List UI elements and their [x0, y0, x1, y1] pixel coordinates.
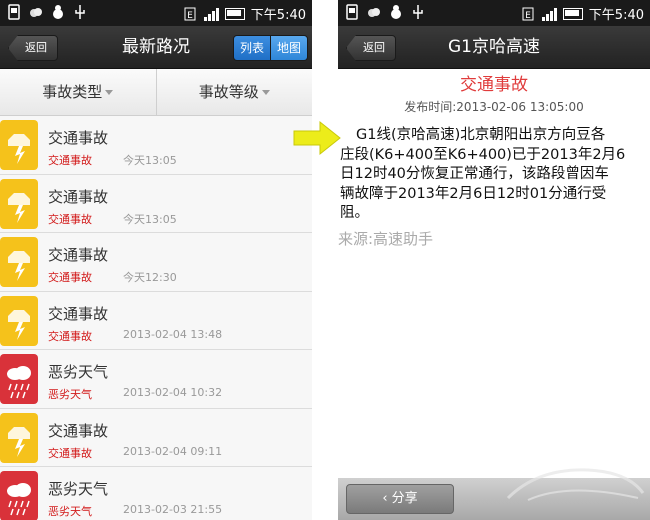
incident-list-item[interactable]: 交通事故 交通事故 2013-02-04 09:11 [0, 408, 312, 467]
description-line: 庄段(K6+400至K6+400)已于2013年2月6 [340, 146, 626, 163]
android-debug-icon [53, 5, 63, 19]
title-bar: 返回 G1京哈高速 [338, 26, 650, 69]
incident-time: 今天13:05 [123, 212, 177, 226]
incident-category: 恶劣天气 [48, 505, 92, 518]
incident-time: 今天13:05 [123, 154, 177, 167]
svg-text:E: E [187, 11, 193, 21]
traffic-accident-icon [0, 237, 38, 287]
signal-strength-icon [541, 7, 557, 21]
incident-title: 交通事故 [48, 187, 109, 206]
sd-card-icon [8, 4, 20, 20]
chevron-down-icon [105, 90, 114, 95]
publish-time: 发布时间:2013-02-06 13:05:00 [404, 100, 584, 114]
filter-bar: 事故类型 事故等级 [0, 69, 312, 116]
share-button[interactable]: ‹ 分享 [346, 484, 454, 514]
page-title: G1京哈高速 [448, 37, 540, 57]
incident-time: 2013-02-03 21:55 [123, 503, 223, 516]
incident-title: 交通事故 [48, 246, 109, 264]
status-bar: E 下午5:40 [338, 0, 650, 26]
accident-type-filter-label: 事故类型 [42, 83, 103, 101]
incident-title: 交通事故 [48, 304, 109, 323]
title-bar: 返回 最新路况 列表 地图 [0, 26, 312, 69]
incident-list-item[interactable]: 交通事故 交通事故 今天13:05 [0, 174, 312, 233]
incident-category: 交通事故 [48, 212, 92, 226]
share-button-label: 分享 [391, 491, 418, 506]
incident-title: 交通事故 [48, 129, 109, 147]
status-time: 下午5:40 [588, 8, 644, 23]
traffic-accident-icon [0, 295, 38, 346]
incident-category: 交通事故 [48, 154, 92, 167]
road-conditions-screen: E 下午5:40 返回 最新路况 列表 地图 事故类型 事故等级 交通事故 交通事… [0, 0, 312, 520]
bad-weather-icon [0, 354, 38, 404]
incident-category: 交通事故 [48, 446, 92, 460]
incident-title: 恶劣天气 [48, 363, 109, 381]
incident-list-item[interactable]: 恶劣天气 恶劣天气 2013-02-04 10:32 [0, 350, 312, 409]
usb-icon [75, 5, 85, 19]
bad-weather-icon [0, 471, 38, 520]
incident-heading: 交通事故 [460, 75, 528, 95]
incident-detail-screen: E 下午5:40 返回 G1京哈高速 交通事故 发布时间:2013-02-06 … [338, 0, 650, 520]
incident-time: 2013-02-04 13:48 [123, 327, 223, 341]
traffic-accident-icon [0, 120, 38, 170]
incident-time: 今天12:30 [123, 271, 177, 284]
chevron-down-icon [261, 90, 270, 95]
android-debug-icon [391, 5, 401, 19]
list-view-button[interactable]: 列表 [233, 36, 270, 60]
incident-description: G1线(京哈高速)北京朝阳出京方向豆各 庄段(K6+400至K6+400)已于2… [338, 126, 638, 224]
accident-level-filter[interactable]: 事故等级 [155, 69, 313, 115]
usb-icon [413, 5, 423, 19]
arrow-pointer-icon [293, 120, 341, 156]
incident-title: 交通事故 [48, 421, 109, 440]
traffic-accident-icon [0, 412, 38, 463]
status-time: 下午5:40 [250, 8, 306, 23]
incident-category: 交通事故 [48, 271, 92, 284]
car-watermark-logo [506, 468, 645, 501]
incident-list-item[interactable]: 交通事故 交通事故 2013-02-04 13:48 [0, 291, 312, 350]
description-line: 辆故障于2013年2月6日12时01分通行受 [340, 185, 607, 202]
signal-strength-icon [203, 7, 219, 21]
map-view-button[interactable]: 地图 [269, 36, 307, 60]
view-toggle: 列表 地图 [232, 35, 308, 61]
status-bar: E 下午5:40 [0, 0, 312, 26]
svg-text:E: E [525, 11, 531, 21]
incident-time: 2013-02-04 10:32 [123, 386, 223, 399]
incident-list-item[interactable]: 交通事故 交通事故 今天13:05 [0, 116, 312, 175]
battery-icon [562, 7, 583, 20]
weather-cloud-icon [30, 8, 42, 17]
incident-title: 恶劣天气 [48, 480, 109, 498]
incident-list: 交通事故 交通事故 今天13:05 交通事故 交通事故 今天13:05 交通事故 交通事故 今天… [0, 116, 312, 520]
description-line: G1线(京哈高速)北京朝阳出京方向豆各 [356, 127, 606, 143]
sd-card-icon [346, 4, 358, 20]
incident-list-item[interactable]: 恶劣天气 恶劣天气 2013-02-03 21:55 [0, 467, 312, 520]
weather-cloud-icon [368, 8, 380, 17]
edge-network-icon: E [522, 7, 534, 21]
incident-category: 交通事故 [48, 329, 92, 343]
incident-time: 2013-02-04 09:11 [123, 444, 223, 458]
incident-category: 恶劣天气 [48, 388, 92, 401]
description-line: 阻。 [340, 205, 369, 221]
battery-icon [224, 7, 245, 20]
accident-type-filter[interactable]: 事故类型 [0, 69, 156, 115]
source-text: 来源:高速助手 [338, 230, 434, 248]
share-icon: ‹ [382, 491, 392, 506]
traffic-accident-icon [0, 178, 38, 229]
accident-level-filter-label: 事故等级 [198, 83, 259, 101]
incident-list-item[interactable]: 交通事故 交通事故 今天12:30 [0, 233, 312, 292]
description-line: 日12时40分恢复正常通行，该路段曾因车 [340, 166, 609, 182]
edge-network-icon: E [184, 7, 196, 21]
